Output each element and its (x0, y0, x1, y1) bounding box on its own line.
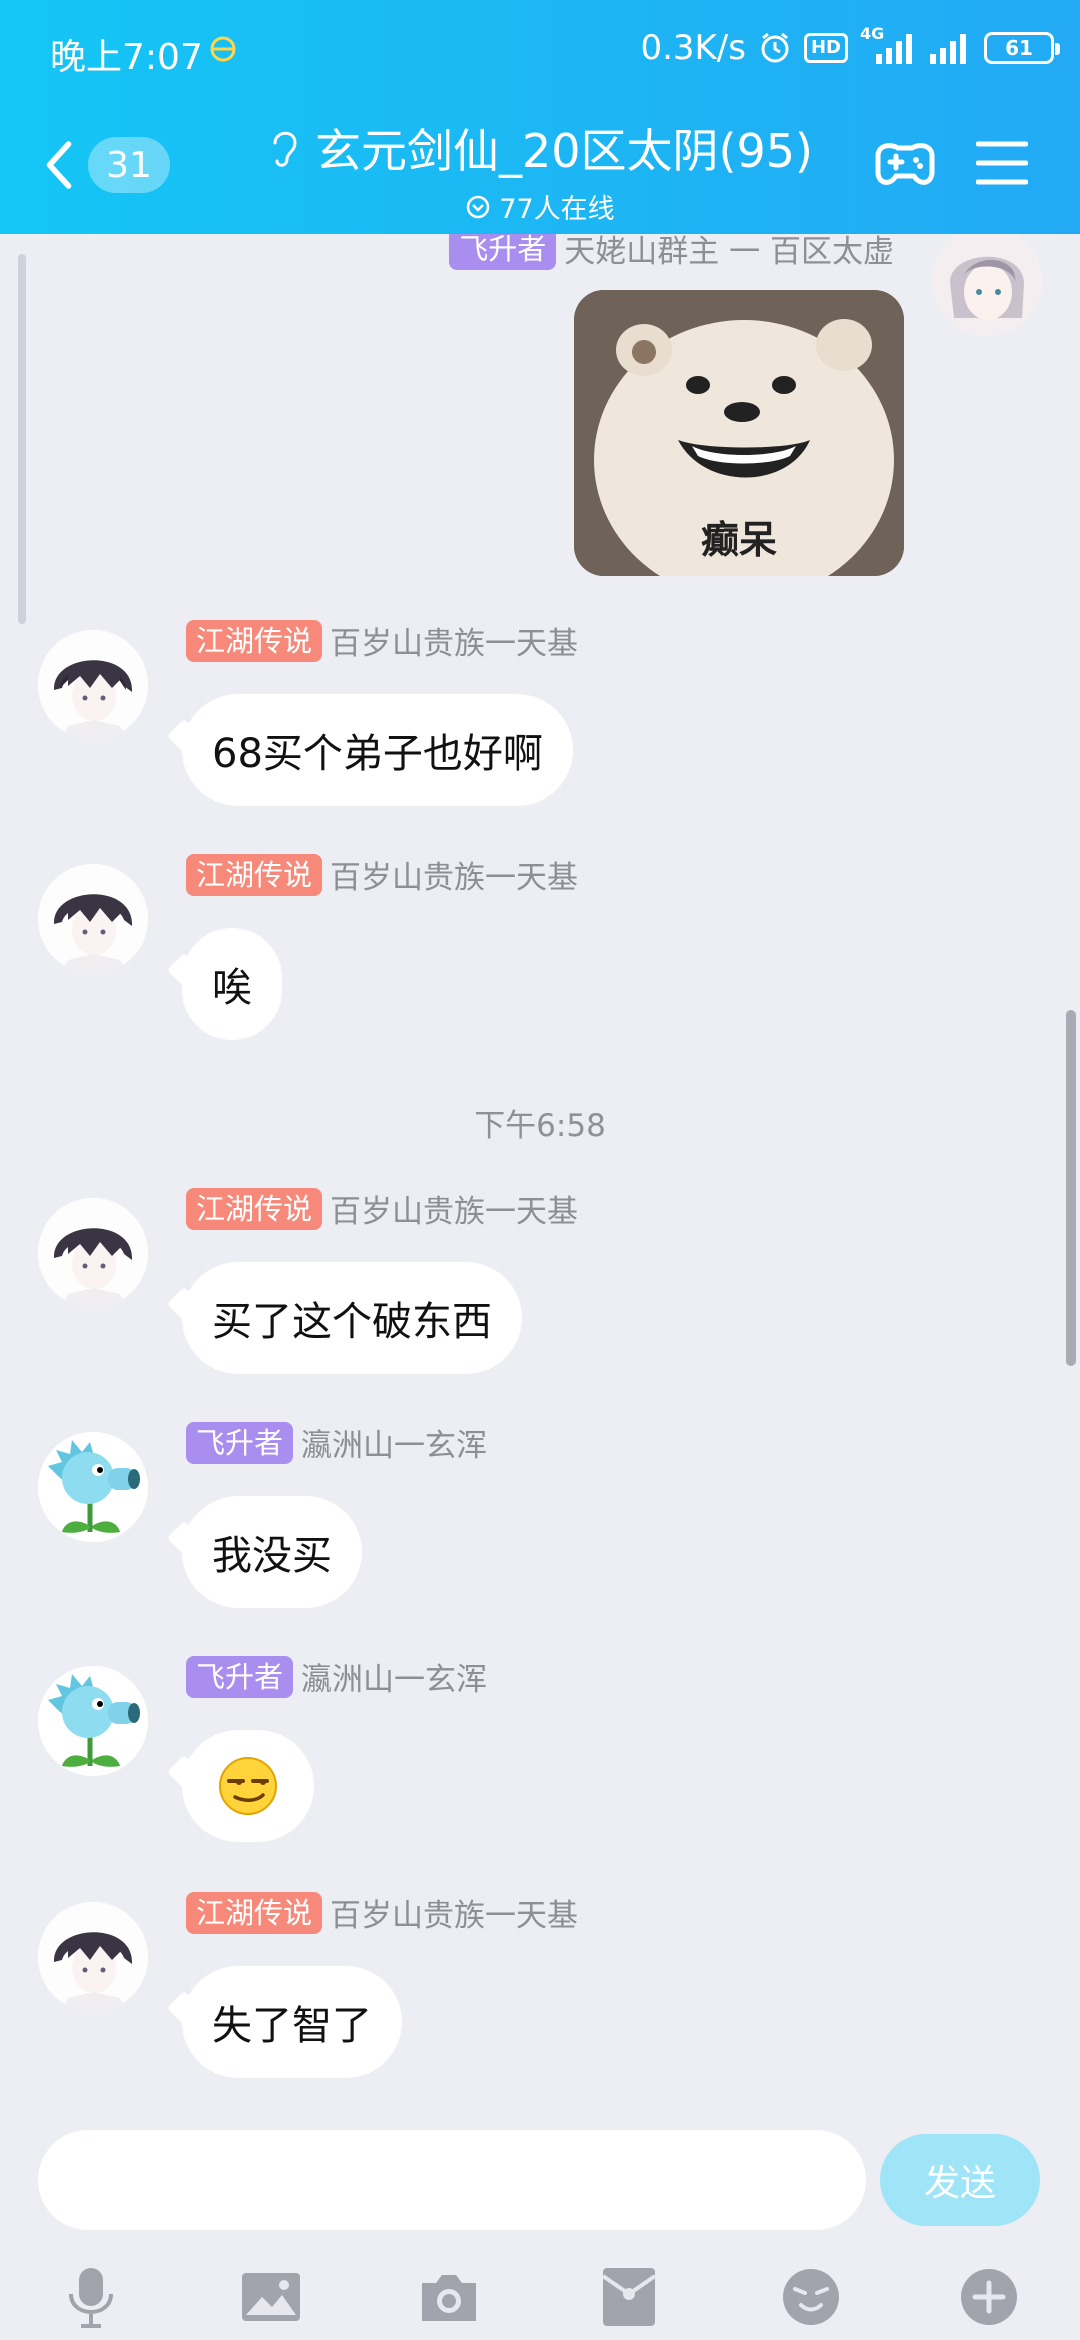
sender-name: 瀛洲山一玄浑 (301, 1662, 488, 1698)
image-icon (242, 2273, 300, 2321)
camera-button[interactable] (414, 2262, 484, 2332)
voice-button[interactable] (56, 2262, 126, 2332)
status-time: 晚上7:07 (50, 37, 203, 78)
emoji-icon (783, 2269, 839, 2325)
gamepad-icon[interactable] (870, 128, 940, 198)
avatar[interactable] (38, 630, 148, 740)
avatar[interactable] (38, 1198, 148, 1308)
rank-badge: 飞升者 (186, 1655, 294, 1698)
online-check-icon (467, 195, 490, 218)
scrollbar[interactable] (1066, 1010, 1076, 1366)
chevron-left-icon (46, 141, 72, 189)
message-input[interactable] (38, 2130, 866, 2230)
message-list[interactable]: 飞升者 天姥山群主 一 百区太虚 癫呆 江湖传说 百岁山贵族一天基 68买个弟子… (0, 234, 1080, 2110)
sticker-image[interactable]: 癫呆 (574, 290, 904, 576)
group-name: 玄元剑仙_20区太阴(95) (315, 124, 813, 178)
rank-badge: 江湖传说 (186, 1187, 323, 1230)
message-bubble[interactable]: 失了智了 (182, 1966, 402, 2078)
avatar[interactable] (38, 1432, 148, 1542)
image-button[interactable] (236, 2262, 306, 2332)
rank-badge: 飞升者 (449, 234, 557, 270)
status-indicators: 0.3K/s HD 4G 61 (640, 24, 1060, 70)
red-packet-icon (601, 2268, 657, 2326)
smirk-emoji-icon (219, 1757, 277, 1815)
microphone-icon (69, 2268, 113, 2328)
menu-icon[interactable] (976, 138, 1028, 188)
sender-line: 飞升者 瀛洲山一玄浑 (186, 1654, 487, 1699)
message-bubble[interactable]: 68买个弟子也好啊 (182, 694, 573, 806)
alarm-icon (761, 32, 789, 63)
avatar[interactable] (38, 864, 148, 974)
sender-line: 江湖传说 百岁山贵族一天基 (186, 852, 578, 897)
rank-badge: 江湖传说 (186, 853, 323, 896)
avatar[interactable] (38, 1666, 148, 1776)
avatar[interactable] (932, 234, 1042, 336)
rank-badge: 江湖传说 (186, 1891, 323, 1934)
signal-4g-icon: 4G (860, 24, 916, 66)
input-bar: 发送 (0, 2110, 1080, 2340)
rank-badge: 江湖传说 (186, 619, 323, 662)
sender-name: 百岁山贵族一天基 (330, 860, 579, 896)
sender-name: 百岁山贵族一天基 (330, 1898, 579, 1934)
camera-icon (422, 2275, 476, 2321)
message-bubble[interactable] (182, 1730, 314, 1842)
message-bubble[interactable]: 我没买 (182, 1496, 362, 1608)
sender-line: 江湖传说 百岁山贵族一天基 (186, 618, 578, 663)
group-title[interactable]: 玄元剑仙_20区太阴(95) 77人在线 (260, 115, 820, 226)
message-bubble[interactable]: 唉 (182, 928, 282, 1040)
emoji-button[interactable] (776, 2262, 846, 2332)
chat-header: 晚上7:07 0.3K/s HD 4G 61 31 玄元剑仙_20区太阴(95)… (0, 0, 1080, 234)
ear-icon (273, 131, 297, 167)
sender-line: 飞升者 天姥山群主 一 百区太虚 (449, 234, 894, 271)
battery-level: 61 (1005, 36, 1033, 60)
plus-icon (961, 2269, 1017, 2325)
sender-name: 天姥山群主 一 百区太虚 (564, 234, 894, 270)
send-button[interactable]: 发送 (880, 2134, 1040, 2226)
left-scroll-indicator (18, 254, 26, 624)
notification-icon (210, 36, 236, 62)
back-button[interactable]: 31 (40, 130, 170, 200)
online-count: 77人在线 (499, 194, 615, 225)
battery-icon: 61 (984, 32, 1060, 64)
net-speed: 0.3K/s (640, 28, 746, 68)
more-button[interactable] (954, 2262, 1024, 2332)
sender-name: 百岁山贵族一天基 (330, 626, 579, 662)
input-toolbar (0, 2262, 1080, 2332)
unread-badge: 31 (88, 137, 170, 193)
red-packet-button[interactable] (594, 2262, 664, 2332)
message-timestamp: 下午6:58 (474, 1108, 606, 1144)
signal-icon (930, 34, 966, 64)
sender-line: 飞升者 瀛洲山一玄浑 (186, 1420, 487, 1465)
sender-line: 江湖传说 百岁山贵族一天基 (186, 1890, 578, 1935)
sticker-caption: 癫呆 (700, 518, 777, 562)
sender-line: 江湖传说 百岁山贵族一天基 (186, 1186, 578, 1231)
message-bubble[interactable]: 买了这个破东西 (182, 1262, 522, 1374)
rank-badge: 飞升者 (186, 1421, 294, 1464)
avatar[interactable] (38, 1902, 148, 2012)
hd-badge: HD (803, 33, 848, 63)
sender-name: 百岁山贵族一天基 (330, 1194, 579, 1230)
sender-name: 瀛洲山一玄浑 (301, 1428, 488, 1464)
